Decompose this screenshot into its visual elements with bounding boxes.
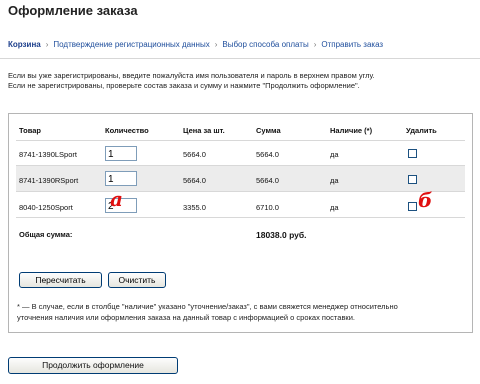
breadcrumb: Корзина › Подтверждение регистрационных да… <box>8 40 383 49</box>
breadcrumb-cart[interactable]: Корзина <box>8 40 41 49</box>
product-name: 8040-1250Sport <box>19 203 73 212</box>
row-sum: 6710.0 <box>256 203 279 212</box>
header-divider <box>0 58 480 59</box>
intro-line: Если вы уже зарегистрированы, введите по… <box>8 71 375 80</box>
total-value: 18038.0 руб. <box>256 230 307 240</box>
footnote-line: уточнения наличия или оформления заказа … <box>17 313 355 322</box>
delete-checkbox[interactable] <box>408 149 417 158</box>
quantity-input[interactable]: 1 <box>105 146 137 161</box>
table-header: Товар Количество Цена за шт. Сумма Налич… <box>16 114 465 138</box>
quantity-input[interactable]: 1 <box>105 171 137 186</box>
stock-status: да <box>330 176 339 185</box>
row-sum: 5664.0 <box>256 150 279 159</box>
table-row: 8040-1250Sport 2 3355.0 6710.0 да <box>16 191 465 217</box>
row-sum: 5664.0 <box>256 176 279 185</box>
header-stock: Наличие (*) <box>330 126 373 135</box>
annotation-mark-a: а <box>110 187 123 211</box>
product-name: 8741-1390LSport <box>19 150 77 159</box>
unit-price: 5664.0 <box>183 176 206 185</box>
breadcrumb-confirm-registration[interactable]: Подтверждение регистрационных данных <box>53 40 209 49</box>
unit-price: 5664.0 <box>183 150 206 159</box>
breadcrumb-send-order[interactable]: Отправить заказ <box>321 40 383 49</box>
breadcrumb-separator: › <box>313 40 317 49</box>
header-quantity: Количество <box>105 126 149 135</box>
delete-checkbox[interactable] <box>408 202 417 211</box>
header-product: Товар <box>19 126 41 135</box>
total-row: Общая сумма: 18038.0 руб. <box>16 217 465 245</box>
total-label: Общая сумма: <box>19 230 73 239</box>
stock-status: да <box>330 203 339 212</box>
footnote: * — В случае, если в столбце "наличие" у… <box>17 301 463 323</box>
table-row: 8741-1390LSport 1 5664.0 5664.0 да <box>16 140 465 165</box>
breadcrumb-separator: › <box>214 40 218 49</box>
continue-checkout-button[interactable]: Продолжить оформление <box>8 357 178 374</box>
cart-panel: Товар Количество Цена за шт. Сумма Налич… <box>8 113 473 333</box>
intro-line: Если не зарегистрированы, проверьте сост… <box>8 81 360 90</box>
footnote-line: * — В случае, если в столбце "наличие" у… <box>17 302 398 311</box>
unit-price: 3355.0 <box>183 203 206 212</box>
recalculate-button[interactable]: Пересчитать <box>19 272 102 288</box>
delete-checkbox[interactable] <box>408 175 417 184</box>
header-price: Цена за шт. <box>183 126 225 135</box>
breadcrumb-separator: › <box>45 40 49 49</box>
breadcrumb-payment-method[interactable]: Выбор способа оплаты <box>222 40 308 49</box>
header-delete: Удалить <box>406 126 437 135</box>
stock-status: да <box>330 150 339 159</box>
header-sum: Сумма <box>256 126 281 135</box>
product-name: 8741-1390RSport <box>19 176 79 185</box>
page-title: Оформление заказа <box>8 3 138 18</box>
annotation-mark-b: б <box>418 188 433 212</box>
table-row: 8741-1390RSport 1 5664.0 5664.0 да <box>16 165 465 191</box>
clear-button[interactable]: Очистить <box>108 272 166 288</box>
intro-text: Если вы уже зарегистрированы, введите по… <box>8 71 375 91</box>
